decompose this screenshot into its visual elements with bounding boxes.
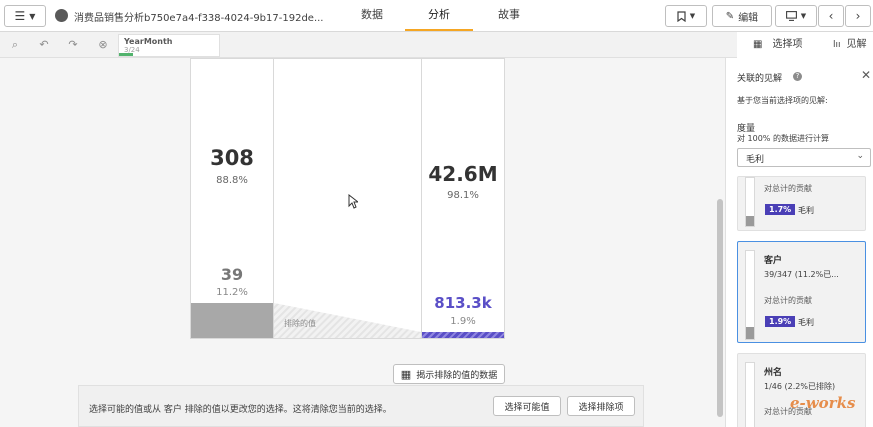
excluded-count-pct: 11.2% — [216, 287, 248, 298]
selection-count: 3/24 — [124, 46, 140, 54]
select-possible-button[interactable]: 选择可能值 — [493, 396, 561, 416]
show-excluded-label: 揭示排除的值的数据 — [416, 370, 498, 381]
excluded-count: 39 — [220, 265, 244, 284]
insights-panel: 关联的见解 ? ✕ 基于您当前选择项的见解: 度量 对 100% 的数据进行计算… — [725, 58, 873, 427]
sheet-button[interactable]: ▼ — [775, 5, 817, 27]
possible-count-pct: 88.8% — [216, 175, 248, 186]
hamburger-icon: ☰ — [14, 9, 26, 23]
card-measure: 毛利 — [798, 318, 814, 327]
excluded-values-label: 排除的值 — [284, 319, 316, 328]
chevron-left-icon: ‹ — [828, 9, 834, 23]
tab-selections[interactable]: ▦ 选择项 — [753, 32, 802, 58]
step-forward-icon[interactable]: ↷ — [66, 38, 80, 52]
bookmark-icon — [677, 10, 686, 22]
contribution-track — [745, 177, 755, 227]
clear-all-icon[interactable]: ⊗ — [96, 38, 110, 52]
count-column[interactable]: 308 88.8% 39 11.2% — [190, 58, 274, 339]
contribution-track — [745, 362, 755, 427]
smart-search-icon[interactable]: ⌕ — [8, 38, 22, 52]
selection-chip-yearmonth[interactable]: YearMonth 3/24 — [118, 34, 220, 57]
chevron-down-icon: ⌄ — [856, 151, 864, 161]
tab-analysis[interactable]: 分析 — [405, 0, 473, 31]
possible-measure-pct: 98.1% — [447, 190, 479, 201]
top-bar: ☰ ▼ 消费品销售分析b750e7a4-f338-4024-9b17-192de… — [0, 0, 873, 32]
card-dimension-name: 州名 — [764, 368, 783, 378]
excluded-measure-pct: 1.9% — [450, 316, 476, 327]
card-count: 1/46 (2.2%已排除) — [764, 382, 836, 391]
caret-down-icon: ▼ — [800, 12, 807, 20]
contribution-label: 对总计的贡献 — [764, 296, 812, 305]
caret-down-icon: ▼ — [29, 11, 36, 21]
measure-select[interactable]: 毛利 ⌄ — [737, 148, 871, 167]
pencil-icon: ✎ — [725, 10, 735, 22]
calc-note: 对 100% 的数据进行计算 — [737, 134, 829, 143]
edit-button[interactable]: ✎ 编辑 — [712, 5, 772, 27]
caret-down-icon: ▼ — [689, 12, 696, 20]
right-panel-tabs: ▦ 选择项 lıı 见解 — [737, 32, 873, 58]
app-title[interactable]: 消费品销售分析b750e7a4-f338-4024-9b17-192de... — [74, 9, 324, 24]
previous-sheet-button[interactable]: ‹ — [818, 5, 844, 27]
excluded-measure-bar — [422, 332, 504, 338]
possible-count: 308 — [210, 146, 254, 170]
tab-insights[interactable]: lıı 见解 — [833, 32, 867, 58]
watermark-logo: e-works — [790, 394, 856, 412]
bookmark-button[interactable]: ▼ — [665, 5, 707, 27]
contribution-badge: 1.7% — [765, 204, 796, 215]
excluded-measure: 813.3k — [434, 294, 492, 312]
main-scrollbar[interactable] — [717, 199, 723, 417]
tab-data[interactable]: 数据 — [350, 0, 394, 31]
mouse-cursor-icon — [348, 194, 358, 209]
chevron-right-icon: › — [855, 9, 861, 23]
contribution-track — [745, 250, 755, 340]
main-canvas: 308 88.8% 39 11.2% 排除的值 42.6M 98.1% 813.… — [0, 58, 725, 427]
card-dimension-name: 客户 — [764, 256, 783, 266]
insights-chart-icon: lıı — [833, 40, 841, 50]
next-sheet-button[interactable]: › — [845, 5, 871, 27]
panel-subtitle: 基于您当前选择项的见解: — [737, 96, 828, 105]
contribution-badge: 1.9% — [765, 316, 796, 327]
select-excluded-button[interactable]: 选择排除项 — [567, 396, 635, 416]
show-excluded-button[interactable]: ▦ 揭示排除的值的数据 — [393, 364, 505, 384]
tab-insights-label: 见解 — [846, 39, 867, 50]
card-count: 39/347 (11.2%已... — [764, 270, 839, 279]
contribution-label: 对总计的贡献 — [764, 184, 812, 193]
tab-selections-label: 选择项 — [772, 39, 803, 50]
measure-select-value: 毛利 — [746, 155, 765, 165]
contribution-fill — [746, 327, 754, 339]
table-icon: ▦ — [400, 367, 412, 381]
help-icon[interactable]: ? — [793, 72, 802, 81]
selection-field: YearMonth — [124, 37, 173, 46]
edit-button-label: 编辑 — [738, 12, 759, 24]
card-measure: 毛利 — [798, 206, 814, 215]
notice-text: 选择可能的值或从 客户 排除的值以更改您的选择。这将清除您当前的选择。 — [89, 405, 392, 415]
step-back-icon[interactable]: ↶ — [37, 38, 51, 52]
insight-card[interactable]: 客户 39/347 (11.2%已... 对总计的贡献 1.9% 毛利 — [737, 241, 866, 343]
insight-card[interactable]: 州名 1/46 (2.2%已排除) 对总计的贡献 — [737, 353, 866, 427]
grid-icon: ▦ — [753, 39, 763, 50]
close-icon[interactable]: ✕ — [861, 68, 871, 82]
insight-card[interactable]: 对总计的贡献 1.7% 毛利 — [737, 176, 866, 231]
possible-measure: 42.6M — [428, 162, 498, 186]
contribution-fill — [746, 216, 754, 226]
measure-column[interactable]: 42.6M 98.1% 813.3k 1.9% — [421, 58, 505, 339]
selection-state-bar — [119, 53, 133, 56]
excluded-count-bar — [191, 303, 273, 338]
selection-notice: 选择可能的值或从 客户 排除的值以更改您的选择。这将清除您当前的选择。 选择可能… — [78, 385, 644, 427]
tab-story[interactable]: 故事 — [487, 0, 531, 31]
app-globe-icon — [55, 9, 68, 22]
main-menu-button[interactable]: ☰ ▼ — [4, 5, 46, 27]
monitor-icon — [785, 11, 797, 21]
panel-title: 关联的见解 — [737, 74, 783, 84]
